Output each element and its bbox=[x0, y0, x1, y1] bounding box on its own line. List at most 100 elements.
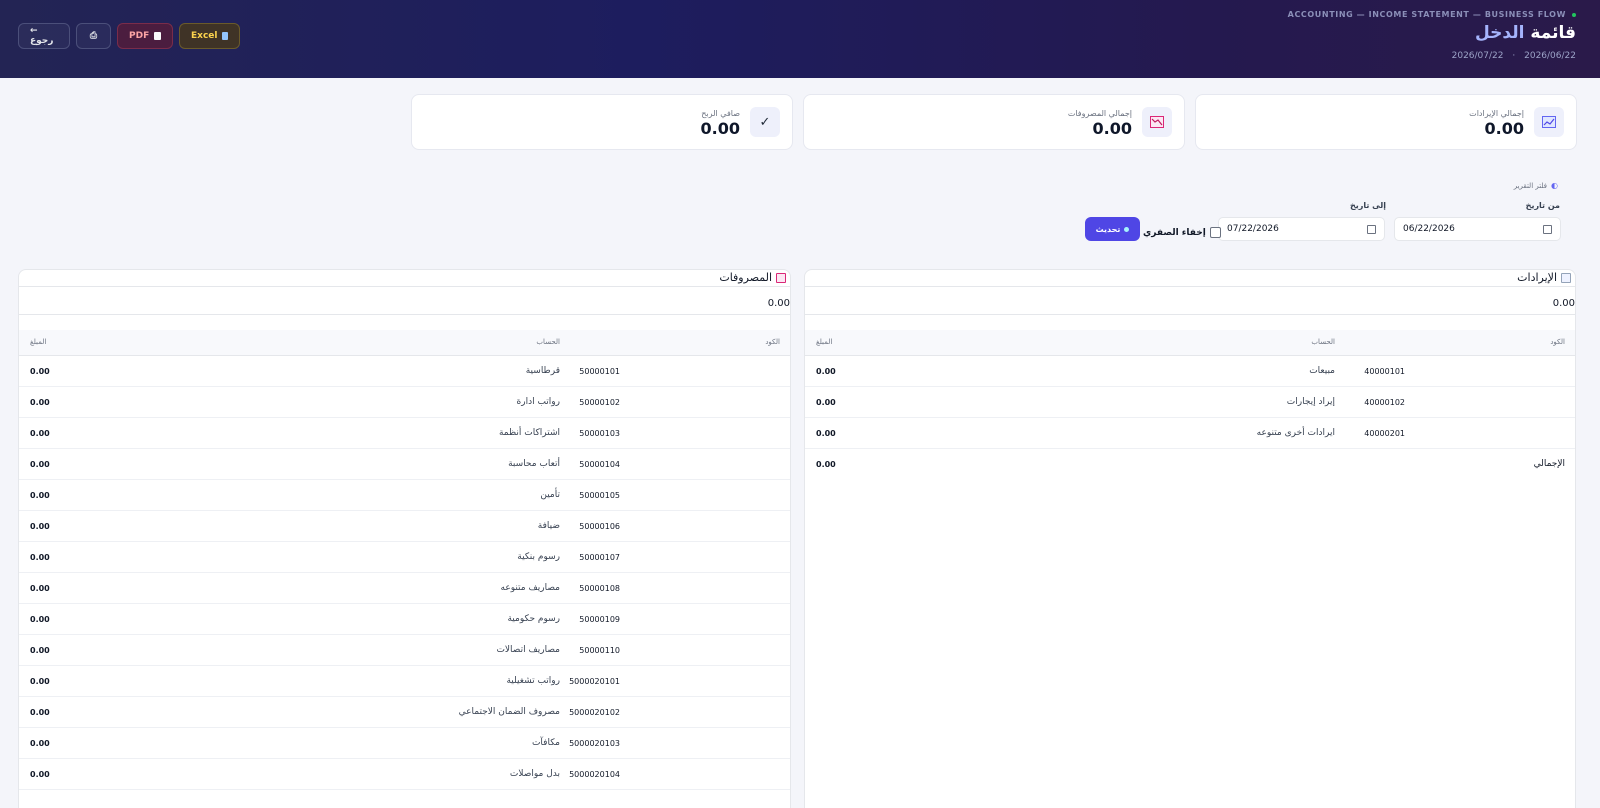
export-excel-button[interactable]: Excel bbox=[179, 23, 240, 49]
update-button-label: تحديث bbox=[1095, 224, 1121, 234]
account-code: 50000110 bbox=[579, 646, 620, 655]
account-name: مصاريف متنوعه bbox=[500, 583, 561, 593]
account-code: 50000104 bbox=[579, 460, 620, 469]
account-name: مصاريف اتصالات bbox=[496, 645, 560, 655]
summary-value: 0.00 bbox=[1484, 119, 1524, 138]
account-code: 50000106 bbox=[579, 522, 620, 531]
account-amount: 0.00 bbox=[30, 460, 50, 469]
expenses-panel-header: المصروفات bbox=[19, 270, 790, 287]
header-title-block: ACCOUNTING — INCOME STATEMENT — BUSINESS… bbox=[1288, 10, 1576, 61]
account-name: قرطاسية bbox=[525, 366, 560, 376]
header-eyebrow: ACCOUNTING — INCOME STATEMENT — BUSINESS… bbox=[1288, 10, 1576, 19]
table-row[interactable]: 40000201 ايرادات أخرى متنوعه 0.00 bbox=[805, 418, 1575, 449]
chart-up-icon bbox=[1561, 272, 1571, 283]
account-code: 50000101 bbox=[579, 367, 620, 376]
account-name: تأمين bbox=[540, 490, 560, 500]
chart-down-icon bbox=[1142, 107, 1172, 137]
table-row[interactable]: 50000106 ضيافة 0.00 bbox=[19, 511, 790, 542]
hide-zero-checkbox[interactable] bbox=[1209, 227, 1221, 238]
table-row[interactable]: 50000102 رواتب ادارة 0.00 bbox=[19, 387, 790, 418]
account-amount: 0.00 bbox=[30, 491, 50, 500]
update-button[interactable]: تحديث bbox=[1085, 217, 1140, 241]
revenues-panel-header: الإيرادات bbox=[805, 270, 1575, 287]
account-name: رواتب ادارة bbox=[516, 397, 560, 407]
hide-zero-label: إخفاء الصفري bbox=[1143, 227, 1206, 238]
summary-label: إجمالي المصروفات bbox=[1067, 109, 1132, 118]
chart-down-icon bbox=[776, 272, 786, 283]
summary-card-expenses: إجمالي المصروفات 0.00 bbox=[803, 94, 1185, 150]
hide-zero-toggle[interactable]: إخفاء الصفري bbox=[1143, 227, 1221, 238]
print-button[interactable]: ⎙ bbox=[76, 23, 111, 49]
revenues-table-header: الكود الحساب المبلغ bbox=[805, 330, 1575, 356]
back-button[interactable]: ← رجوع bbox=[18, 23, 70, 49]
page-header: ACCOUNTING — INCOME STATEMENT — BUSINESS… bbox=[0, 0, 1600, 78]
revenues-title: الإيرادات bbox=[1517, 271, 1557, 284]
header-date-separator: · bbox=[1512, 51, 1516, 61]
revenues-panel-title: الإيرادات bbox=[1517, 271, 1571, 284]
breadcrumb: ACCOUNTING — INCOME STATEMENT — BUSINESS… bbox=[1287, 10, 1566, 19]
expenses-total: 0.00 bbox=[767, 298, 790, 309]
summary-value: 0.00 bbox=[700, 119, 740, 138]
calendar-icon[interactable] bbox=[1543, 225, 1552, 234]
table-row[interactable]: 5000020104 بدل مواصلات 0.00 bbox=[19, 759, 790, 790]
account-code: 40000101 bbox=[1364, 367, 1405, 376]
table-row[interactable]: 50000110 مصاريف اتصالات 0.00 bbox=[19, 635, 790, 666]
summary-card-revenue-text: إجمالي الإيرادات 0.00 bbox=[1469, 109, 1524, 138]
col-account: الحساب bbox=[536, 338, 560, 346]
chart-up-icon bbox=[1534, 107, 1564, 137]
check-icon: ✓ bbox=[750, 107, 780, 137]
calendar-icon[interactable] bbox=[1367, 225, 1376, 234]
col-code: الكود bbox=[765, 338, 780, 346]
account-code: 5000020103 bbox=[569, 739, 620, 748]
table-row[interactable]: 5000020103 مكافآت 0.00 bbox=[19, 728, 790, 759]
account-code: 5000020104 bbox=[569, 770, 620, 779]
account-amount: 0.00 bbox=[30, 553, 50, 562]
refresh-icon bbox=[1124, 226, 1130, 232]
account-name: إيراد إيجارات bbox=[1286, 397, 1335, 407]
account-name: اشتراكات أنظمة bbox=[498, 428, 560, 438]
table-row[interactable]: 50000107 رسوم بنكية 0.00 bbox=[19, 542, 790, 573]
table-row[interactable]: 50000105 تأمين 0.00 bbox=[19, 480, 790, 511]
account-amount: 0.00 bbox=[30, 584, 50, 593]
account-amount: 0.00 bbox=[30, 429, 50, 438]
table-row[interactable]: 50000103 اشتراكات أنظمة 0.00 bbox=[19, 418, 790, 449]
account-code: 50000109 bbox=[579, 615, 620, 624]
col-code: الكود bbox=[1550, 338, 1565, 346]
table-row[interactable]: 40000102 إيراد إيجارات 0.00 bbox=[805, 387, 1575, 418]
account-amount: 0.00 bbox=[30, 739, 50, 748]
page-title-accent: الدخل bbox=[1475, 23, 1525, 43]
table-row[interactable]: 50000104 أتعاب محاسبة 0.00 bbox=[19, 449, 790, 480]
from-date-input[interactable]: 06/22/2026 bbox=[1394, 217, 1561, 241]
account-name: بدل مواصلات bbox=[509, 769, 560, 779]
revenues-total: 0.00 bbox=[1552, 298, 1575, 309]
from-date-value: 06/22/2026 bbox=[1403, 224, 1455, 234]
table-row[interactable]: 50000108 مصاريف متنوعه 0.00 bbox=[19, 573, 790, 604]
expenses-panel: المصروفات 0.00 الكود الحساب المبلغ 50000… bbox=[18, 269, 791, 808]
col-amount: المبلغ bbox=[816, 338, 833, 346]
account-code: 50000102 bbox=[579, 398, 620, 407]
summary-card-revenue: إجمالي الإيرادات 0.00 bbox=[1195, 94, 1577, 150]
file-icon bbox=[154, 32, 161, 40]
total-label: الإجمالي bbox=[1533, 459, 1565, 469]
account-amount: 0.00 bbox=[816, 398, 836, 407]
account-name: مكافآت bbox=[531, 738, 560, 748]
header-date-range: 2026/07/22 · 2026/06/22 bbox=[1288, 51, 1576, 61]
account-name: ايرادات أخرى متنوعه bbox=[1256, 428, 1335, 438]
table-row[interactable]: 50000109 رسوم حكومية 0.00 bbox=[19, 604, 790, 635]
table-row[interactable]: 40000101 مبيعات 0.00 bbox=[805, 356, 1575, 387]
account-code: 50000108 bbox=[579, 584, 620, 593]
table-row[interactable]: 50000101 قرطاسية 0.00 bbox=[19, 356, 790, 387]
table-row[interactable]: 5000020101 رواتب تشغيلية 0.00 bbox=[19, 666, 790, 697]
export-pdf-button[interactable]: PDF bbox=[117, 23, 173, 49]
col-amount: المبلغ bbox=[30, 338, 47, 346]
summary-label: إجمالي الإيرادات bbox=[1469, 109, 1524, 118]
revenues-total-bar: 0.00 bbox=[805, 288, 1575, 315]
table-row[interactable]: 5000020102 مصروف الضمان الاجتماعي 0.00 bbox=[19, 697, 790, 728]
to-date-input[interactable]: 07/22/2026 bbox=[1218, 217, 1385, 241]
back-button-label: ← رجوع bbox=[30, 26, 54, 46]
summary-card-net-profit-text: صافي الربح 0.00 bbox=[701, 109, 740, 138]
export-pdf-label: PDF bbox=[129, 31, 150, 41]
total-amount: 0.00 bbox=[816, 460, 836, 469]
account-amount: 0.00 bbox=[30, 522, 50, 531]
revenues-total-row: الإجمالي 0.00 bbox=[805, 449, 1575, 480]
